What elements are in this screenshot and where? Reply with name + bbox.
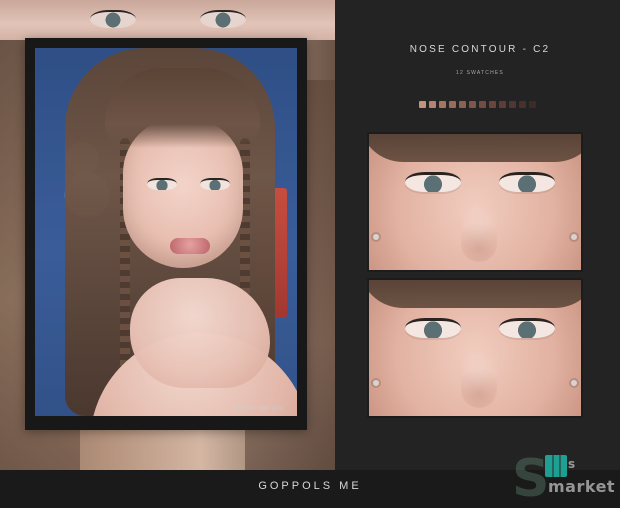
crop-top-nose xyxy=(461,204,497,262)
portrait-image: GOPPOLSME 2023 xyxy=(35,48,297,416)
comparison-crop-top xyxy=(367,132,583,272)
swatch-2 xyxy=(428,101,436,108)
portrait-frame: GOPPOLSME 2023 xyxy=(25,38,307,430)
swatch-row xyxy=(412,101,542,109)
swatch-8 xyxy=(488,101,496,108)
crop-bottom-earring-left xyxy=(373,380,379,386)
comparison-crop-bottom xyxy=(367,278,583,418)
swatch-3 xyxy=(438,101,446,108)
crop-bottom-earring-right xyxy=(571,380,577,386)
portrait-left-eye xyxy=(147,178,177,190)
swatch-11 xyxy=(518,101,526,108)
crop-top-left-eye xyxy=(405,172,461,192)
swatch-4 xyxy=(448,101,456,108)
watermark: S s market xyxy=(512,447,620,505)
crop-top-right-eye xyxy=(499,172,555,192)
crop-bottom-nose xyxy=(461,350,497,408)
page-title: NOSE CONTOUR - C2 xyxy=(409,44,551,55)
watermark-sims-text: s xyxy=(568,457,576,471)
portrait-hand xyxy=(130,278,270,388)
watermark-m-icon xyxy=(545,455,567,477)
crop-bottom-left-eye xyxy=(405,318,461,338)
portrait-lips xyxy=(170,238,210,254)
crop-top-earring-left xyxy=(373,234,379,240)
swatch-5 xyxy=(458,101,466,108)
swatch-10 xyxy=(508,101,516,108)
swatch-7 xyxy=(478,101,486,108)
portrait-right-eye xyxy=(200,178,230,190)
top-closeup-strip xyxy=(0,0,335,40)
swatch-count: 12 SWATCHES xyxy=(456,70,504,76)
watermark-market-text: market xyxy=(548,477,616,496)
swatch-6 xyxy=(468,101,476,108)
top-left-eye xyxy=(90,10,136,28)
crop-top-hair xyxy=(369,134,581,162)
crop-bottom-hair xyxy=(369,280,581,308)
crop-bottom-right-eye xyxy=(499,318,555,338)
swatch-12 xyxy=(528,101,536,108)
portrait-credit: GOPPOLSME 2023 xyxy=(235,406,283,412)
swatch-1 xyxy=(418,101,426,108)
swatch-9 xyxy=(498,101,506,108)
crop-top-earring-right xyxy=(571,234,577,240)
top-right-eye xyxy=(200,10,246,28)
portrait-bangs xyxy=(105,68,260,148)
watermark-big-s: S xyxy=(512,449,550,508)
